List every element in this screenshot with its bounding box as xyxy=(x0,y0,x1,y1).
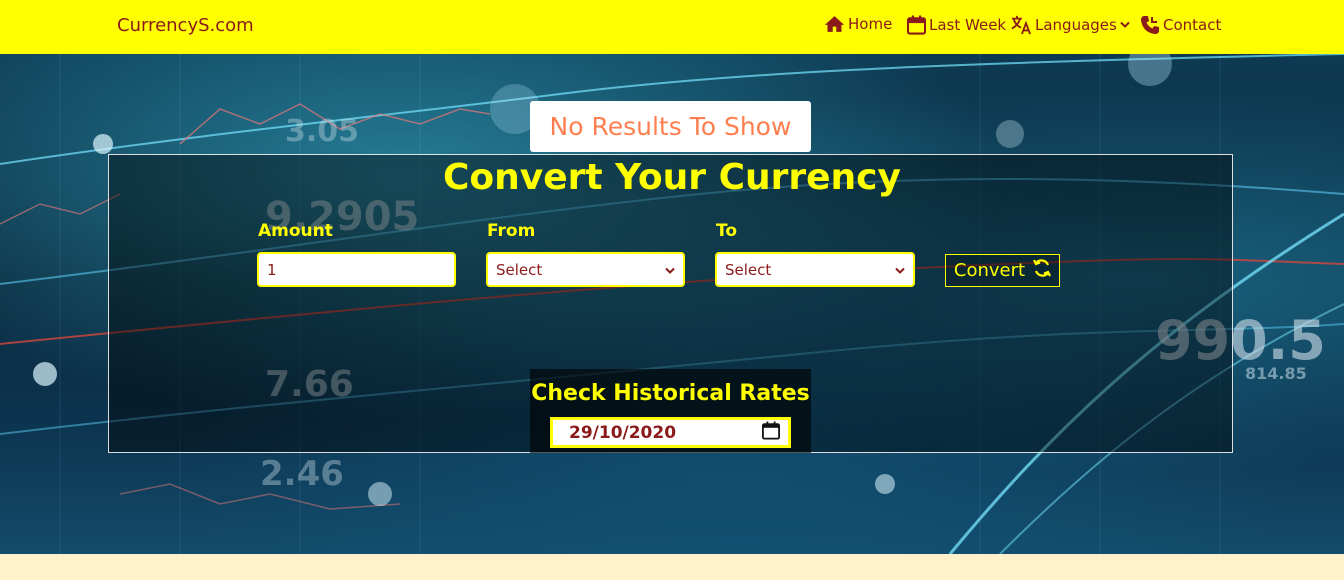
background-number: 2.46 xyxy=(260,454,344,494)
from-label: From xyxy=(487,221,536,241)
nav-item-contact[interactable]: Contact xyxy=(1140,15,1221,35)
calendar-icon xyxy=(907,15,926,35)
date-value: 29/10/2020 xyxy=(569,422,677,443)
chevron-down-icon xyxy=(1120,21,1130,29)
page-title: Convert Your Currency xyxy=(443,157,901,198)
amount-input[interactable]: 1 xyxy=(257,252,456,287)
convert-label: Convert xyxy=(953,260,1026,281)
refresh-icon xyxy=(1033,258,1052,283)
to-label: To xyxy=(716,221,738,241)
nav-item-home[interactable]: Home xyxy=(824,15,892,33)
chevron-down-icon xyxy=(895,261,905,279)
nav-home-label: Home xyxy=(848,15,893,33)
brand-logo[interactable]: CurrencyS.com xyxy=(117,15,254,36)
to-currency-select[interactable]: Select xyxy=(715,252,915,287)
nav-item-last-week[interactable]: Last Week xyxy=(907,15,1006,35)
no-results-message: No Results To Show xyxy=(530,101,811,152)
background-number: 814.85 xyxy=(1245,364,1307,383)
top-navbar: CurrencyS.com Home Last Week Languages C… xyxy=(0,0,1344,54)
amount-label: Amount xyxy=(258,221,333,241)
historical-rates-title: Check Historical Rates xyxy=(531,381,810,406)
from-select-value: Select xyxy=(496,260,543,279)
home-icon xyxy=(824,15,845,33)
amount-value: 1 xyxy=(267,260,277,279)
translate-icon xyxy=(1010,15,1032,35)
chevron-down-icon xyxy=(665,261,675,279)
phone-icon xyxy=(1140,15,1160,35)
from-currency-select[interactable]: Select xyxy=(486,252,685,287)
footer-strip xyxy=(0,554,1344,580)
nav-languages-label: Languages xyxy=(1035,16,1117,34)
background-number: 3.05 xyxy=(285,114,360,149)
convert-button[interactable]: Convert xyxy=(945,254,1060,287)
historical-rates-box: Check Historical Rates 29/10/2020 xyxy=(530,369,811,453)
date-picker-input[interactable]: 29/10/2020 xyxy=(550,417,791,448)
to-select-value: Select xyxy=(725,260,772,279)
nav-item-languages[interactable]: Languages xyxy=(1010,15,1130,35)
nav-last-week-label: Last Week xyxy=(929,16,1007,34)
calendar-icon[interactable] xyxy=(762,421,780,445)
nav-contact-label: Contact xyxy=(1163,16,1222,34)
